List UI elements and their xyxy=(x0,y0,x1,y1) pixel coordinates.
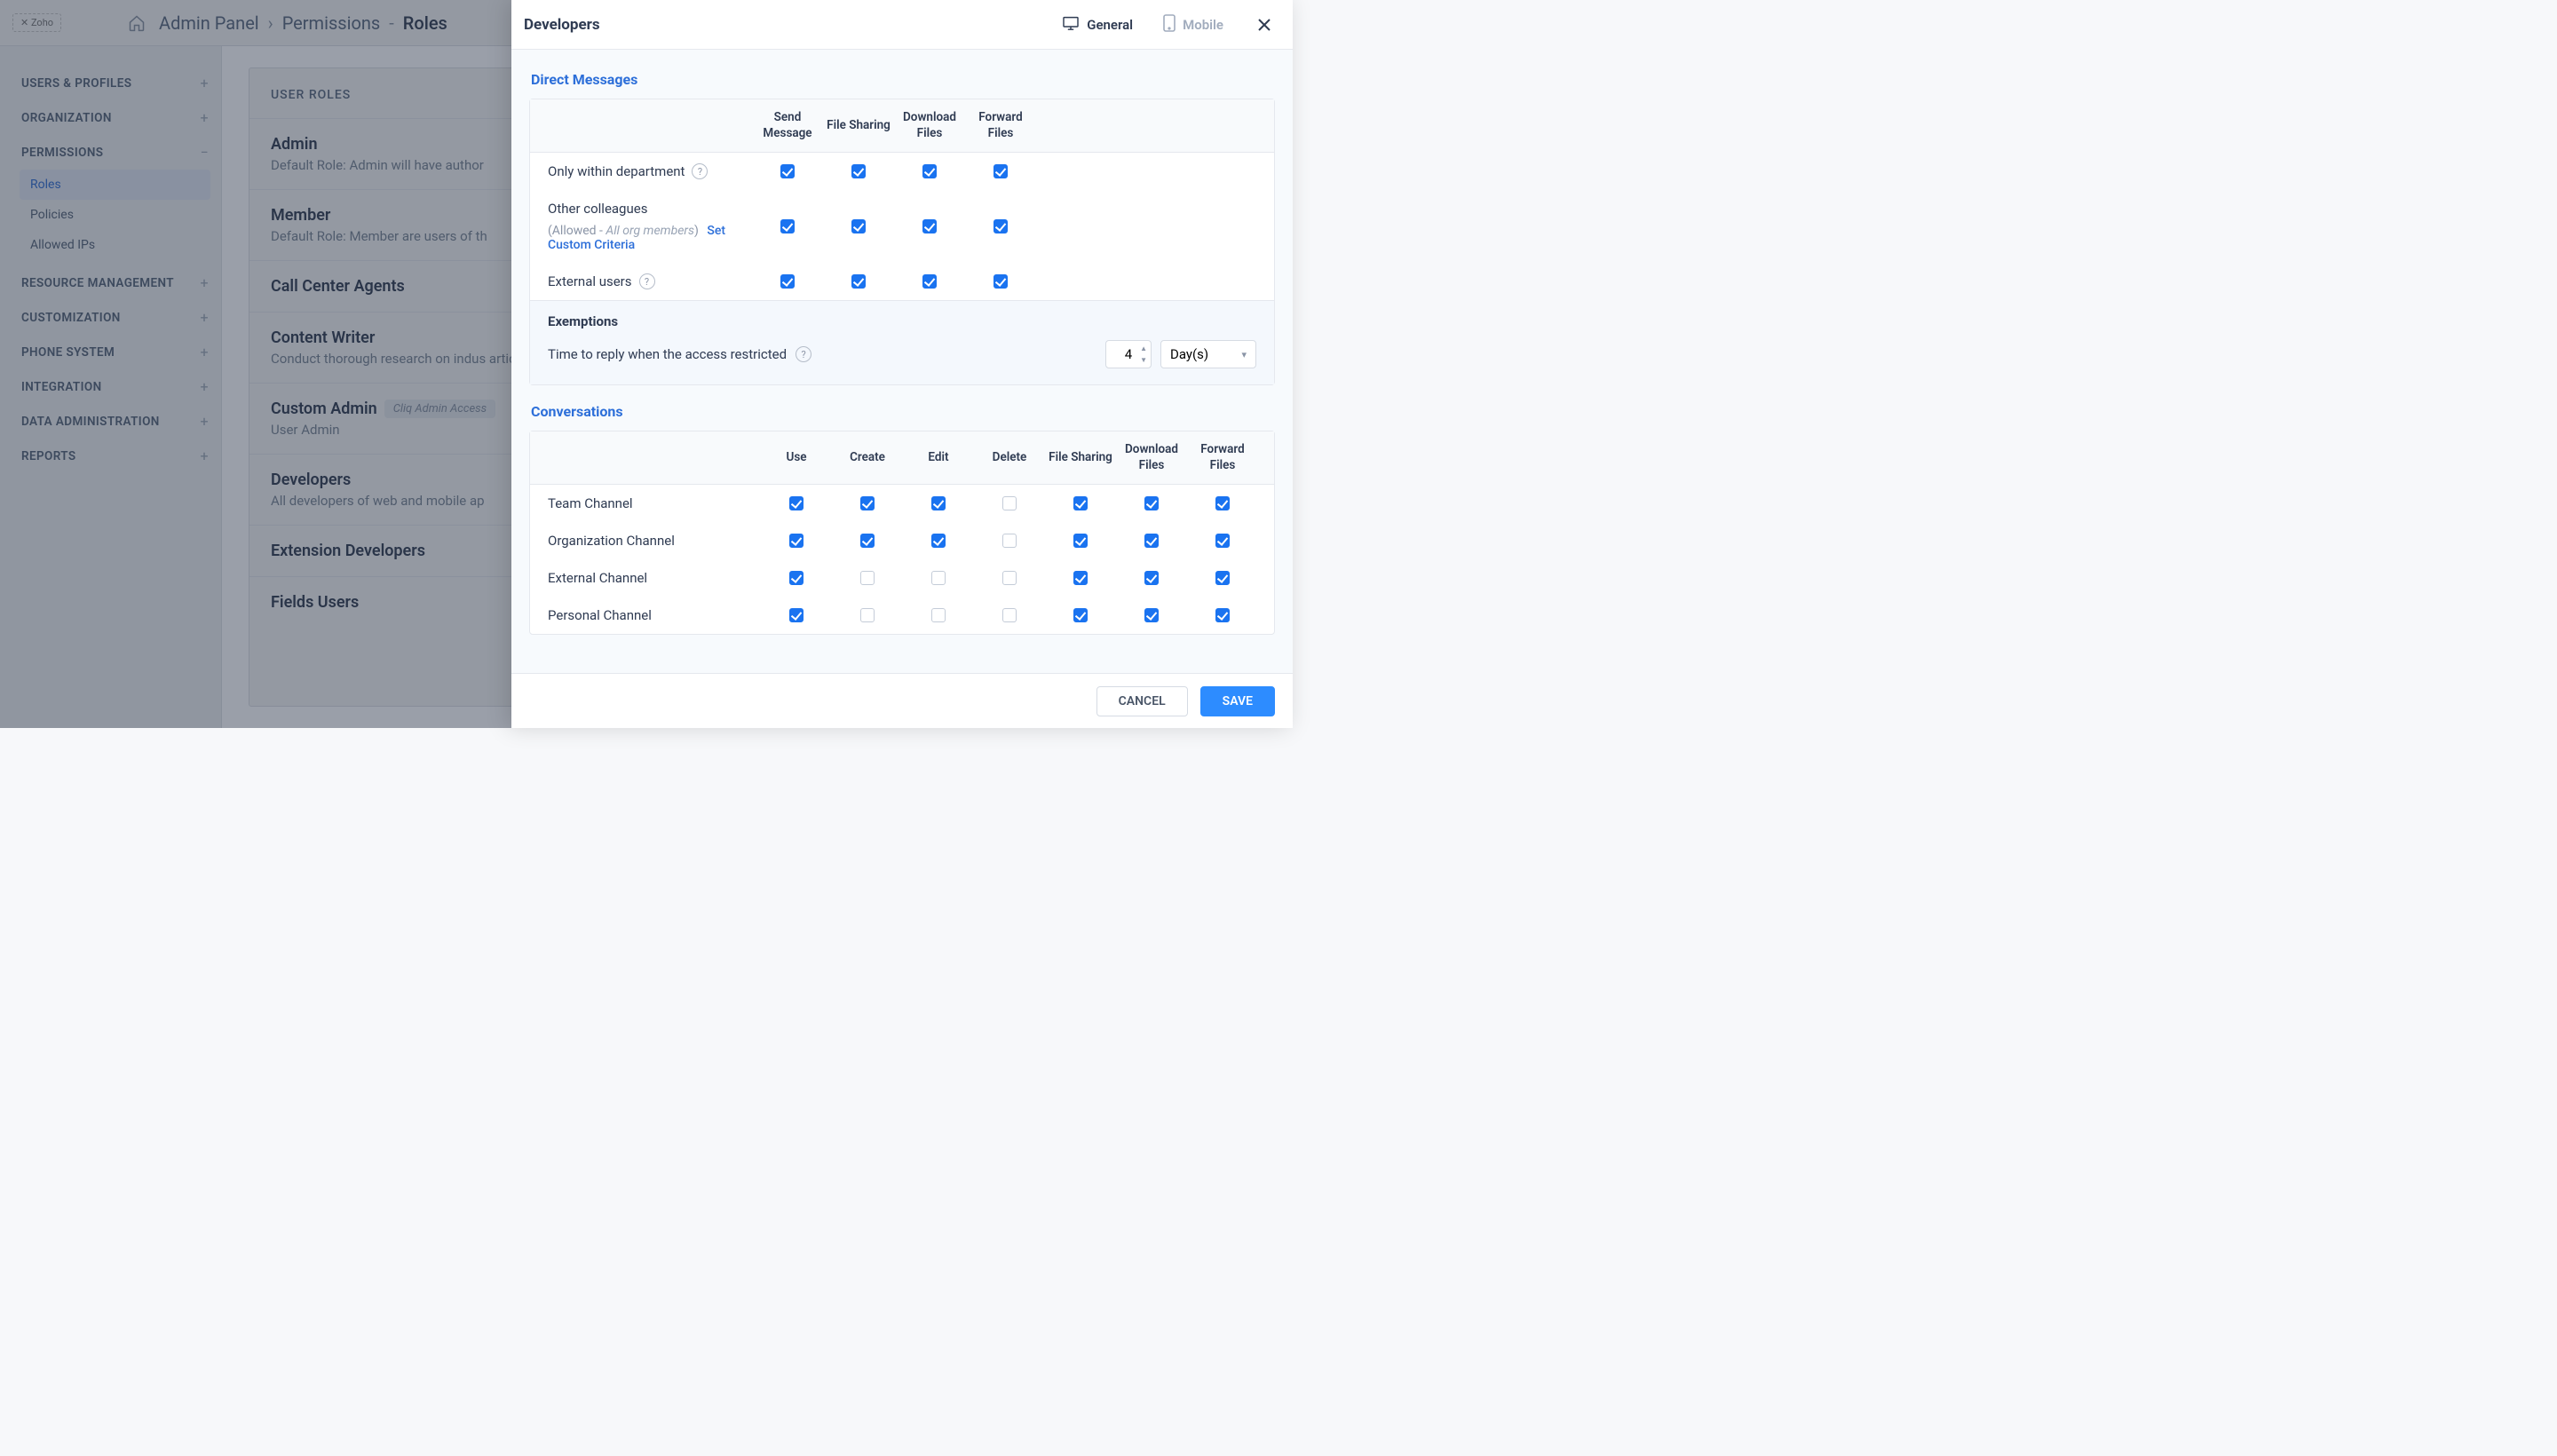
checkbox[interactable] xyxy=(931,608,946,622)
section-conversations: Conversations xyxy=(531,403,1273,420)
checkbox[interactable] xyxy=(860,608,875,622)
modal-title: Developers xyxy=(524,16,600,34)
checkbox[interactable] xyxy=(994,219,1008,233)
checkbox[interactable] xyxy=(780,219,795,233)
checkbox[interactable] xyxy=(1144,534,1159,548)
checkbox[interactable] xyxy=(922,274,937,289)
checkbox[interactable] xyxy=(994,274,1008,289)
checkbox[interactable] xyxy=(860,571,875,585)
checkbox[interactable] xyxy=(1073,571,1088,585)
checkbox[interactable] xyxy=(931,534,946,548)
dm-table: Send Message File Sharing Download Files… xyxy=(529,99,1275,385)
checkbox[interactable] xyxy=(931,496,946,510)
tab-general[interactable]: General xyxy=(1062,16,1133,34)
caret-down-icon[interactable]: ▼ xyxy=(1140,356,1147,364)
save-button[interactable]: SAVE xyxy=(1200,686,1275,716)
monitor-icon xyxy=(1062,16,1080,34)
checkbox[interactable] xyxy=(780,274,795,289)
checkbox[interactable] xyxy=(789,534,804,548)
checkbox[interactable] xyxy=(994,164,1008,178)
checkbox[interactable] xyxy=(1215,608,1230,622)
conv-table: Use Create Edit Delete File Sharing Down… xyxy=(529,431,1275,635)
checkbox[interactable] xyxy=(1002,571,1017,585)
section-directmsg: Direct Messages xyxy=(531,71,1273,88)
help-icon[interactable]: ? xyxy=(639,273,655,289)
checkbox[interactable] xyxy=(1073,496,1088,510)
checkbox[interactable] xyxy=(851,164,866,178)
checkbox[interactable] xyxy=(1215,534,1230,548)
dm-row-department: Only within department? xyxy=(530,153,1274,190)
dm-exemptions: Exemptions Time to reply when the access… xyxy=(530,300,1274,384)
role-modal: Developers General Mobile Direct Message… xyxy=(511,0,1293,728)
help-icon[interactable]: ? xyxy=(692,163,708,179)
checkbox[interactable] xyxy=(1144,608,1159,622)
mobile-icon xyxy=(1163,14,1176,36)
conv-row: Team Channel xyxy=(530,485,1274,522)
conv-table-head: Use Create Edit Delete File Sharing Down… xyxy=(530,431,1274,485)
dm-th-forward: Forward Files xyxy=(965,110,1036,141)
modal-footer: CANCEL SAVE xyxy=(511,673,1293,728)
chevron-down-icon: ▾ xyxy=(1241,349,1247,360)
checkbox[interactable] xyxy=(860,534,875,548)
checkbox[interactable] xyxy=(1073,608,1088,622)
cancel-button[interactable]: CANCEL xyxy=(1096,686,1188,716)
checkbox[interactable] xyxy=(789,571,804,585)
checkbox[interactable] xyxy=(1073,534,1088,548)
checkbox[interactable] xyxy=(1002,496,1017,510)
checkbox[interactable] xyxy=(860,496,875,510)
checkbox[interactable] xyxy=(931,571,946,585)
dm-row-external: External users? xyxy=(530,263,1274,300)
caret-up-icon[interactable]: ▲ xyxy=(1140,344,1147,352)
checkbox[interactable] xyxy=(1144,496,1159,510)
checkbox[interactable] xyxy=(851,219,866,233)
exemptions-title: Exemptions xyxy=(548,313,1256,329)
checkbox[interactable] xyxy=(851,274,866,289)
dm-th-download: Download Files xyxy=(894,110,965,141)
checkbox[interactable] xyxy=(1144,571,1159,585)
checkbox[interactable] xyxy=(789,496,804,510)
conv-row: External Channel xyxy=(530,559,1274,597)
checkbox[interactable] xyxy=(780,164,795,178)
checkbox[interactable] xyxy=(1215,571,1230,585)
checkbox[interactable] xyxy=(922,219,937,233)
close-icon[interactable] xyxy=(1252,12,1277,37)
tab-mobile[interactable]: Mobile xyxy=(1163,14,1223,36)
time-unit-select[interactable]: Day(s) ▾ xyxy=(1160,340,1256,368)
modal-header: Developers General Mobile xyxy=(511,0,1293,50)
checkbox[interactable] xyxy=(922,164,937,178)
dm-row-colleagues: Other colleagues (Allowed - All org memb… xyxy=(530,190,1274,263)
conv-row: Personal Channel xyxy=(530,597,1274,634)
help-icon[interactable]: ? xyxy=(796,346,811,362)
modal-body: Direct Messages Send Message File Sharin… xyxy=(511,50,1293,673)
time-value-input[interactable]: 4 ▲ ▼ xyxy=(1105,340,1152,368)
checkbox[interactable] xyxy=(1002,608,1017,622)
checkbox[interactable] xyxy=(789,608,804,622)
checkbox[interactable] xyxy=(1215,496,1230,510)
dm-th-file: File Sharing xyxy=(823,118,894,134)
dm-table-head: Send Message File Sharing Download Files… xyxy=(530,99,1274,153)
conv-row: Organization Channel xyxy=(530,522,1274,559)
dm-th-send: Send Message xyxy=(752,110,823,141)
checkbox[interactable] xyxy=(1002,534,1017,548)
